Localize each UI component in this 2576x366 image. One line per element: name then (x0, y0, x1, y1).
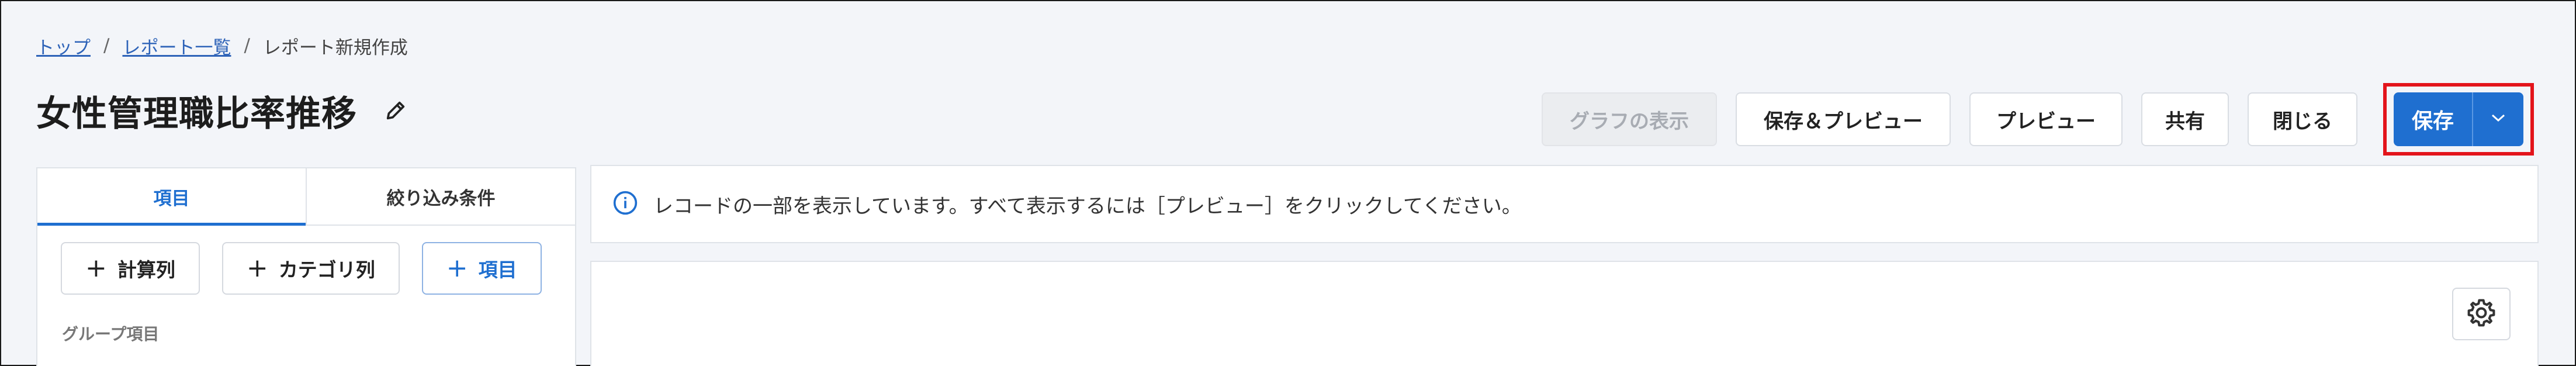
info-icon (612, 190, 638, 218)
breadcrumb-top-link[interactable]: トップ (36, 33, 91, 59)
plus-icon: + (246, 253, 268, 283)
add-category-column-label: カテゴリ列 (278, 258, 375, 281)
show-graph-button[interactable]: グラフの表示 (1542, 92, 1717, 146)
save-button[interactable]: 保存 (2394, 92, 2472, 146)
save-options-button[interactable] (2472, 92, 2523, 146)
breadcrumb-separator: / (244, 35, 250, 56)
gear-icon (2466, 297, 2497, 331)
add-item-button[interactable]: + 項目 (421, 242, 542, 295)
info-message-text: レコードの一部を表示しています。すべて表示するには［プレビュー］をクリックしてく… (653, 194, 1522, 218)
chevron-down-icon (2491, 113, 2506, 125)
info-message-bar: レコードの一部を表示しています。すべて表示するには［プレビュー］をクリックしてく… (590, 165, 2539, 243)
settings-button[interactable] (2452, 288, 2511, 340)
save-button-highlight: 保存 (2383, 83, 2534, 156)
field-panel: 項目 絞り込み条件 + 計算列 + カテゴリ列 + 項目 グループ項目 (36, 167, 576, 366)
save-button-group: 保存 (2394, 92, 2523, 146)
share-button[interactable]: 共有 (2141, 92, 2229, 146)
add-item-label: 項目 (478, 258, 517, 281)
add-column-buttons: + 計算列 + カテゴリ列 + 項目 (37, 226, 575, 295)
breadcrumb-current: レポート新規作成 (262, 37, 408, 58)
page-title: 女性管理職比率推移 (36, 93, 357, 134)
report-preview-area (590, 261, 2539, 366)
field-panel-tabs: 項目 絞り込み条件 (37, 168, 575, 226)
group-items-label: グループ項目 (62, 324, 160, 344)
plus-icon: + (446, 253, 468, 283)
tab-filters[interactable]: 絞り込み条件 (306, 168, 575, 225)
add-calculated-column-button[interactable]: + 計算列 (61, 242, 200, 295)
close-button[interactable]: 閉じる (2248, 92, 2357, 146)
breadcrumb-separator: / (103, 35, 110, 56)
title-row: 女性管理職比率推移 (36, 87, 408, 134)
breadcrumb-report-list-link[interactable]: レポート一覧 (122, 33, 231, 59)
pencil-icon[interactable] (383, 98, 408, 123)
preview-button[interactable]: プレビュー (1969, 92, 2123, 146)
add-calculated-column-label: 計算列 (117, 258, 175, 281)
plus-icon: + (85, 253, 107, 283)
tab-items[interactable]: 項目 (37, 168, 306, 226)
add-category-column-button[interactable]: + カテゴリ列 (221, 242, 400, 295)
breadcrumb: トップ / レポート一覧 / レポート新規作成 (36, 29, 408, 62)
save-and-preview-button[interactable]: 保存＆プレビュー (1736, 92, 1951, 146)
header-toolbar: グラフの表示 保存＆プレビュー プレビュー 共有 閉じる 保存 (1523, 83, 2534, 156)
